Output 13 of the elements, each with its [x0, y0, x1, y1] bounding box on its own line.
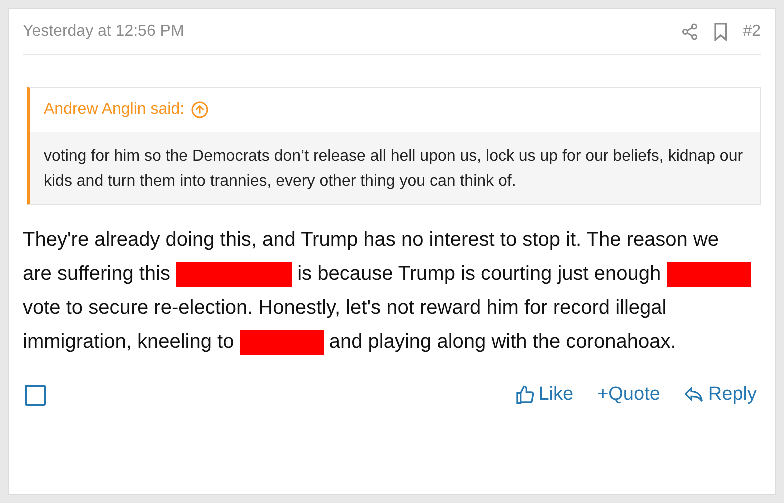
post-number[interactable]: #2 [743, 20, 761, 44]
post-body: They're already doing this, and Trump has no interest to stop it. The reason we are suffering this is because Trump is courting just enough vote to secure re-election. Honestly, let's not reward him for record illegal immigration, kneeling to and playing along with the coronahoax. [23, 223, 761, 359]
select-checkbox[interactable] [25, 384, 46, 406]
reply-button[interactable]: Reply [684, 381, 757, 410]
quote-text: voting for him so the Democrats don’t release all hell upon us, lock us up for our beliefs, kidnap our kids and turn them into trannies, every other thing you can think of. [43, 147, 744, 192]
share-icon[interactable] [681, 22, 700, 40]
reply-icon [684, 386, 704, 404]
like-button[interactable]: Like [514, 381, 574, 410]
post-timestamp[interactable]: Yesterday at 12:56 PM [23, 20, 184, 44]
bookmark-icon[interactable] [713, 22, 730, 40]
quote-button[interactable]: +Quote [598, 381, 660, 410]
thumbs-up-icon [514, 385, 535, 406]
arrow-up-circle-icon[interactable] [190, 101, 209, 119]
